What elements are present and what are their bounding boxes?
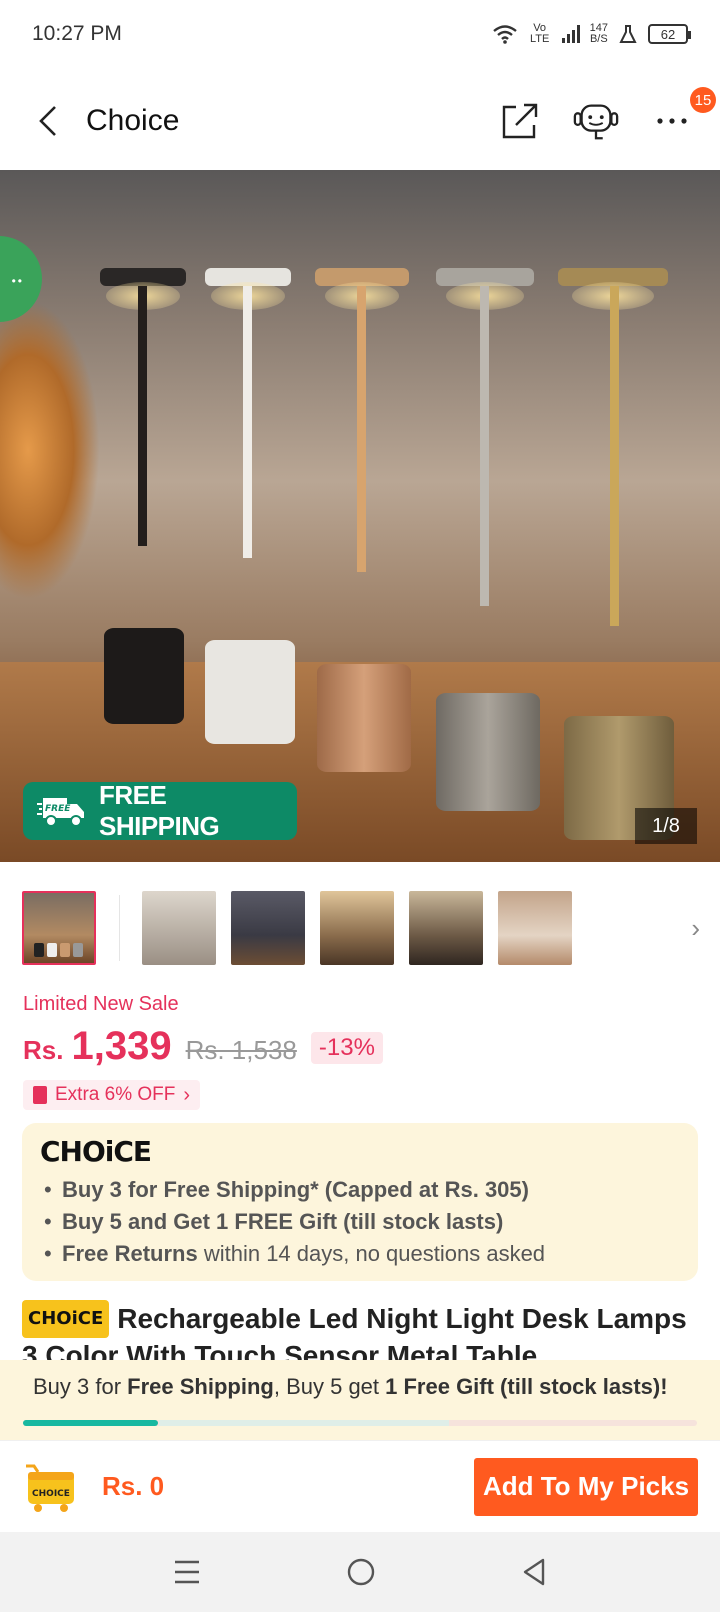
product-lamp-white [205,268,301,758]
share-icon [502,103,538,139]
promo-progress-bar [23,1420,697,1426]
chevron-right-icon[interactable]: › [691,913,700,944]
choice-logo: CHOiCE [40,1135,152,1168]
back-arrow-icon [39,106,56,136]
coupon-text: Extra 6% OFF [55,1084,176,1105]
price-currency: Rs. [23,1035,64,1065]
free-shipping-banner: FREE FREE SHIPPING [23,780,297,841]
network-speed: 147 B/S [589,22,608,45]
promo-bar: Buy 3 for Free Shipping, Buy 5 get 1 Fre… [0,1360,720,1440]
top-app-bar: Choice 15 [0,78,720,164]
promo-text: Buy 3 for Free Shipping, Buy 5 get 1 Fre… [33,1374,668,1399]
product-lamp-gold [558,268,678,840]
benefit-item: Buy 3 for Free Shipping* (Capped at Rs. … [40,1174,680,1206]
menu-icon[interactable] [173,1559,201,1585]
coupon-icon [33,1086,47,1104]
picks-cart-icon[interactable]: CHOICE [22,1460,78,1514]
thumbnail-2[interactable] [142,891,216,965]
flask-icon [619,25,637,43]
system-nav-bar [0,1532,720,1612]
svg-text:CHOICE: CHOICE [32,1489,70,1499]
more-icon [657,118,687,124]
price-row: Rs. 1,339 Rs. 1,538 -13% [23,1024,383,1069]
chevron-right-icon: › [183,1083,191,1106]
home-icon[interactable] [346,1557,376,1587]
more-menu-button[interactable]: 15 [648,87,716,145]
back-icon[interactable] [521,1557,547,1587]
benefit-item: Buy 5 and Get 1 FREE Gift (till stock la… [40,1206,680,1238]
share-button[interactable] [496,97,544,145]
customer-service-button[interactable] [572,97,620,145]
free-shipping-text: FREE SHIPPING [99,780,220,841]
product-lamp-black [100,268,196,758]
thumbnail-1[interactable] [22,891,96,965]
product-lamp-silver [436,268,540,811]
picks-total: Rs. 0 [102,1471,165,1501]
add-to-picks-button[interactable]: Add To My Picks [474,1457,698,1516]
original-price: Rs. 1,538 [185,1035,297,1065]
choice-benefits-card[interactable]: CHOiCE Buy 3 for Free Shipping* (Capped … [22,1123,698,1281]
status-icons: Vo LTE 147 B/S 62 [492,22,691,45]
battery-icon: 62 [648,24,691,44]
product-title: CHOiCE Rechargeable Led Night Light Desk … [22,1300,702,1360]
network-label: Vo LTE [529,22,550,45]
thumbnail-3[interactable] [231,891,305,965]
image-counter: 1/8 [635,808,697,844]
thumbnail-4[interactable] [320,891,394,965]
signal-icon [561,25,580,43]
sale-label: Limited New Sale [23,993,179,1015]
thumbnail-divider [119,895,120,961]
page-title: Choice [86,104,180,137]
customer-service-icon [573,104,619,140]
wifi-icon [492,25,517,44]
current-price: 1,339 [71,1024,172,1068]
choice-badge: CHOiCE [22,1300,110,1338]
product-lamp-rose-gold [315,268,411,772]
notification-badge: 15 [690,87,716,113]
status-bar: 10:27 PM Vo LTE 147 B/S 62 [0,0,720,68]
product-image-gallery[interactable]: •• [0,170,720,862]
benefit-item: Free Returns within 14 days, no question… [40,1238,680,1270]
discount-badge: -13% [310,1032,383,1064]
header-actions: 15 [496,87,716,145]
bottom-action-bar: CHOICE Rs. 0 Add To My Picks [0,1440,720,1532]
thumbnail-5[interactable] [409,891,483,965]
choice-benefits-list: Buy 3 for Free Shipping* (Capped at Rs. … [40,1174,680,1270]
status-time: 10:27 PM [32,22,122,45]
extra-discount-coupon[interactable]: Extra 6% OFF › [23,1080,201,1110]
delivery-truck-icon: FREE [37,794,89,828]
thumbnail-strip: › [22,890,712,966]
back-button[interactable] [24,97,72,145]
decor-plant [0,300,100,600]
free-label: FREE [45,804,71,814]
thumbnail-6[interactable] [498,891,572,965]
